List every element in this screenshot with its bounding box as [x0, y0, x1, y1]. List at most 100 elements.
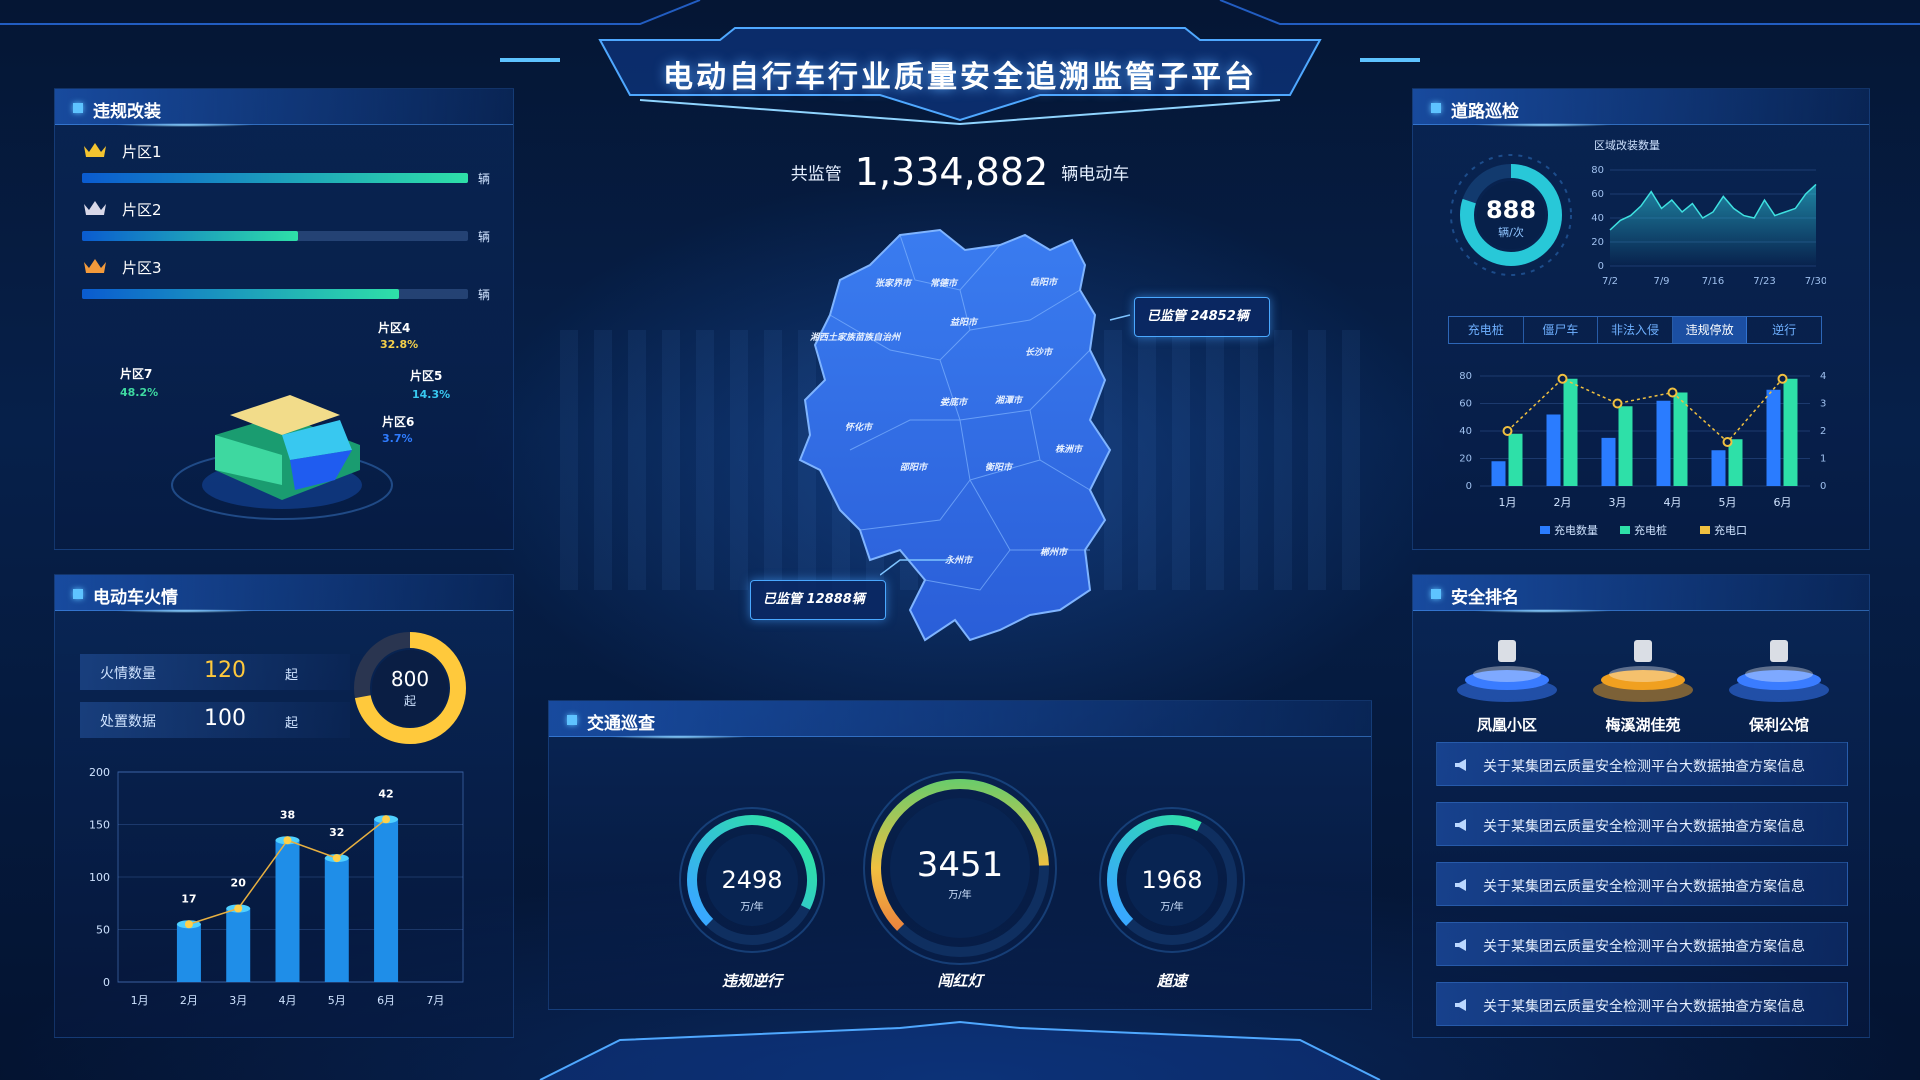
fire-bar	[176, 924, 201, 982]
road-combo-chart: 0 0 20 1 40 2 60 3 80 4 1月 2月 3月 4月 5月 6月充电数量 充电桩 充电口	[1459, 371, 1826, 537]
tab-3[interactable]: 违规停放	[1672, 317, 1748, 343]
summary-suffix: 辆电动车	[1061, 164, 1130, 185]
fire-row-value: 120	[204, 658, 246, 683]
list-item[interactable]: 关于某集团云质量安全检测平台大数据抽查方案信息	[1436, 742, 1848, 786]
y-tick: 20	[1591, 237, 1604, 248]
gauge-label: 超速	[1156, 972, 1190, 990]
list-item[interactable]: 关于某集团云质量安全检测平台大数据抽查方案信息	[1436, 922, 1848, 966]
gauge-value: 1968	[1141, 866, 1202, 894]
fire-row-label: 处置数据	[100, 714, 156, 730]
list-item[interactable]: 关于某集团云质量安全检测平台大数据抽查方案信息	[1436, 802, 1848, 846]
y-tick: 0	[1598, 261, 1604, 272]
y2-tick: 3	[1820, 399, 1826, 410]
tab-1[interactable]: 僵尸车	[1524, 317, 1599, 343]
y-tick: 80	[1591, 165, 1604, 176]
y-tick: 60	[1459, 399, 1472, 410]
combo-point	[1557, 373, 1568, 384]
road-tabs: 充电桩 僵尸车 非法入侵 违规停放 逆行	[1448, 316, 1822, 344]
fire-bar-chart: 0501001502001月 2月 3月 4月 5月 6月 7月1720383242	[89, 766, 464, 1007]
map-city: 张家界市	[875, 278, 913, 289]
fire-row-unit: 起	[285, 668, 299, 683]
podium-icon	[1588, 628, 1698, 708]
combo-point	[1612, 398, 1623, 409]
fire-line-point	[184, 920, 193, 929]
zone-unit: 辆	[478, 230, 491, 244]
summary-prefix: 共监管	[790, 164, 842, 185]
fire-bar-label: 17	[181, 892, 196, 905]
x-tick: 2月	[1554, 496, 1572, 509]
tab-0[interactable]: 充电桩	[1449, 317, 1524, 343]
header-square-icon	[73, 103, 83, 113]
x-tick: 5月	[1719, 496, 1737, 509]
map-callout-lines	[880, 314, 1131, 576]
pie-label: 片区7	[120, 366, 152, 381]
combo-bar	[1711, 450, 1726, 486]
y-tick: 0	[1466, 481, 1472, 492]
fire-bar-label: 20	[231, 877, 247, 890]
fire-ring-value: 800	[391, 667, 429, 691]
zone-label: 片区1	[122, 143, 162, 161]
y-tick: 0	[103, 976, 110, 989]
road-area-chart: 0 20 40 60 80 7/2 7/9 7/16 7/23 7/30	[1591, 165, 1826, 287]
traffic-title: 交通巡查	[587, 714, 655, 734]
list-item-text: 关于某集团云质量安全检测平台大数据抽查方案信息	[1483, 939, 1805, 955]
fire-title: 电动车火情	[93, 588, 178, 608]
combo-bar	[1673, 392, 1688, 486]
panel-header: 安全排名	[1413, 575, 1869, 613]
area-chart-title: 区域改装数量	[1594, 139, 1660, 152]
legend-swatch	[1700, 526, 1710, 534]
combo-bar	[1546, 414, 1561, 486]
summary-count: 1,334,882	[854, 150, 1049, 194]
x-tick: 4月	[1664, 496, 1682, 509]
fire-row-unit: 起	[285, 716, 299, 731]
tab-2[interactable]: 非法入侵	[1598, 317, 1673, 343]
legend-label: 充电数量	[1554, 523, 1598, 537]
pie-label: 片区6	[382, 414, 414, 429]
megaphone-icon	[1453, 936, 1471, 954]
pie-pct: 14.3%	[412, 388, 450, 401]
y2-tick: 4	[1820, 371, 1826, 382]
zone-label: 片区2	[122, 201, 162, 219]
gauge-unit: 万/年	[740, 900, 763, 913]
road-title: 道路巡检	[1451, 102, 1519, 122]
zone-bar-fill	[82, 289, 399, 299]
list-item[interactable]: 关于某集团云质量安全检测平台大数据抽查方案信息	[1436, 862, 1848, 906]
combo-bar	[1618, 406, 1633, 486]
fire-bar	[226, 908, 251, 982]
fire-row-label: 火情数量	[100, 666, 156, 682]
pie-pct: 48.2%	[120, 386, 158, 399]
x-tick: 7/23	[1753, 276, 1775, 287]
list-item-text: 关于某集团云质量安全检测平台大数据抽查方案信息	[1483, 819, 1805, 835]
x-tick: 7/16	[1702, 276, 1724, 287]
fire-line-point	[332, 854, 341, 863]
podium-label: 梅溪湖佳苑	[1605, 716, 1681, 734]
combo-bar	[1563, 378, 1578, 486]
pie-label: 片区5	[410, 368, 442, 383]
fire-bar-label: 42	[378, 787, 393, 800]
fire-line-point	[234, 904, 243, 913]
tab-4[interactable]: 逆行	[1747, 317, 1821, 343]
panel-header: 电动车火情	[55, 575, 513, 613]
y-tick: 150	[89, 819, 110, 832]
gauge-unit: 万/年	[1160, 900, 1183, 913]
fire-line-point	[283, 836, 292, 845]
crown-icon	[82, 198, 108, 218]
map-city: 怀化市	[845, 422, 874, 433]
fire-bar	[275, 840, 300, 982]
fire-ring-unit: 起	[404, 694, 416, 708]
fire-bar	[374, 819, 399, 982]
map-callout-monitored-2[interactable]: 已监管 12888辆	[750, 580, 886, 620]
y-tick: 200	[89, 766, 110, 779]
map-city: 常德市	[930, 278, 959, 289]
zone-unit: 辆	[478, 172, 491, 186]
gauge-value: 2498	[721, 866, 782, 894]
podium-icon	[1724, 628, 1834, 708]
combo-point	[1722, 437, 1733, 447]
map-callout-monitored-1[interactable]: 已监管 24852辆	[1134, 297, 1270, 337]
panel-header: 违规改装	[55, 89, 513, 127]
y-tick: 80	[1459, 371, 1472, 382]
zone-bar	[82, 289, 468, 299]
x-tick: 6月	[1774, 496, 1792, 509]
panel-header: 道路巡检	[1413, 89, 1869, 127]
podium-icon	[1452, 628, 1562, 708]
